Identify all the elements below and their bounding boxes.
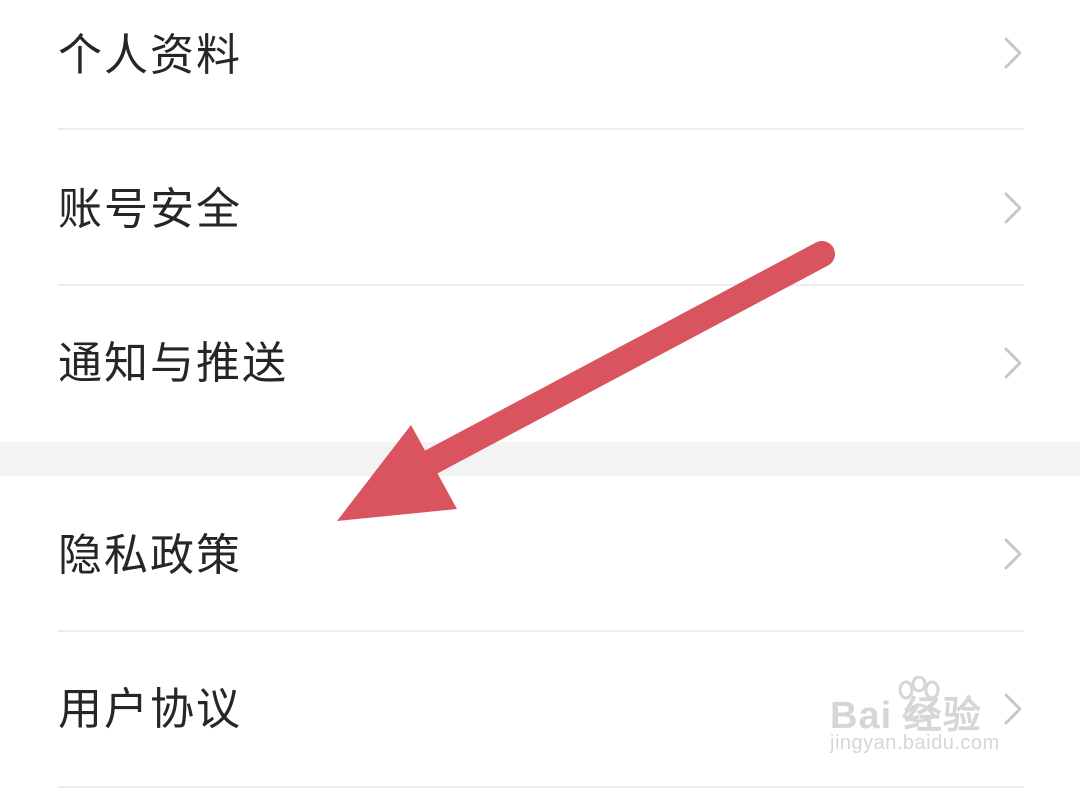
settings-row-account-security[interactable]: 账号安全 [0,130,1080,286]
watermark-url: jingyan.baidu.com [830,732,1000,754]
row-label: 账号安全 [58,184,242,235]
chevron-right-icon [1004,538,1022,570]
settings-row-privacy-policy[interactable]: 隐私政策 [0,476,1080,632]
row-label: 通知与推送 [58,338,288,389]
settings-group-1: 个人资料 账号安全 通知与推送 [0,0,1080,442]
watermark: Bai 经验 jingyan.baidu.com [830,676,1026,772]
settings-row-notifications[interactable]: 通知与推送 [0,286,1080,442]
paw-logo-icon [898,676,940,723]
settings-row-profile[interactable]: 个人资料 [0,0,1080,130]
row-label: 隐私政策 [58,530,242,581]
row-label: 用户协议 [58,684,242,735]
chevron-right-icon [1004,192,1022,224]
section-separator [0,442,1080,476]
chevron-right-icon [1004,347,1022,379]
divider [58,786,1024,788]
chevron-right-icon [1004,37,1022,69]
row-label: 个人资料 [58,30,242,81]
